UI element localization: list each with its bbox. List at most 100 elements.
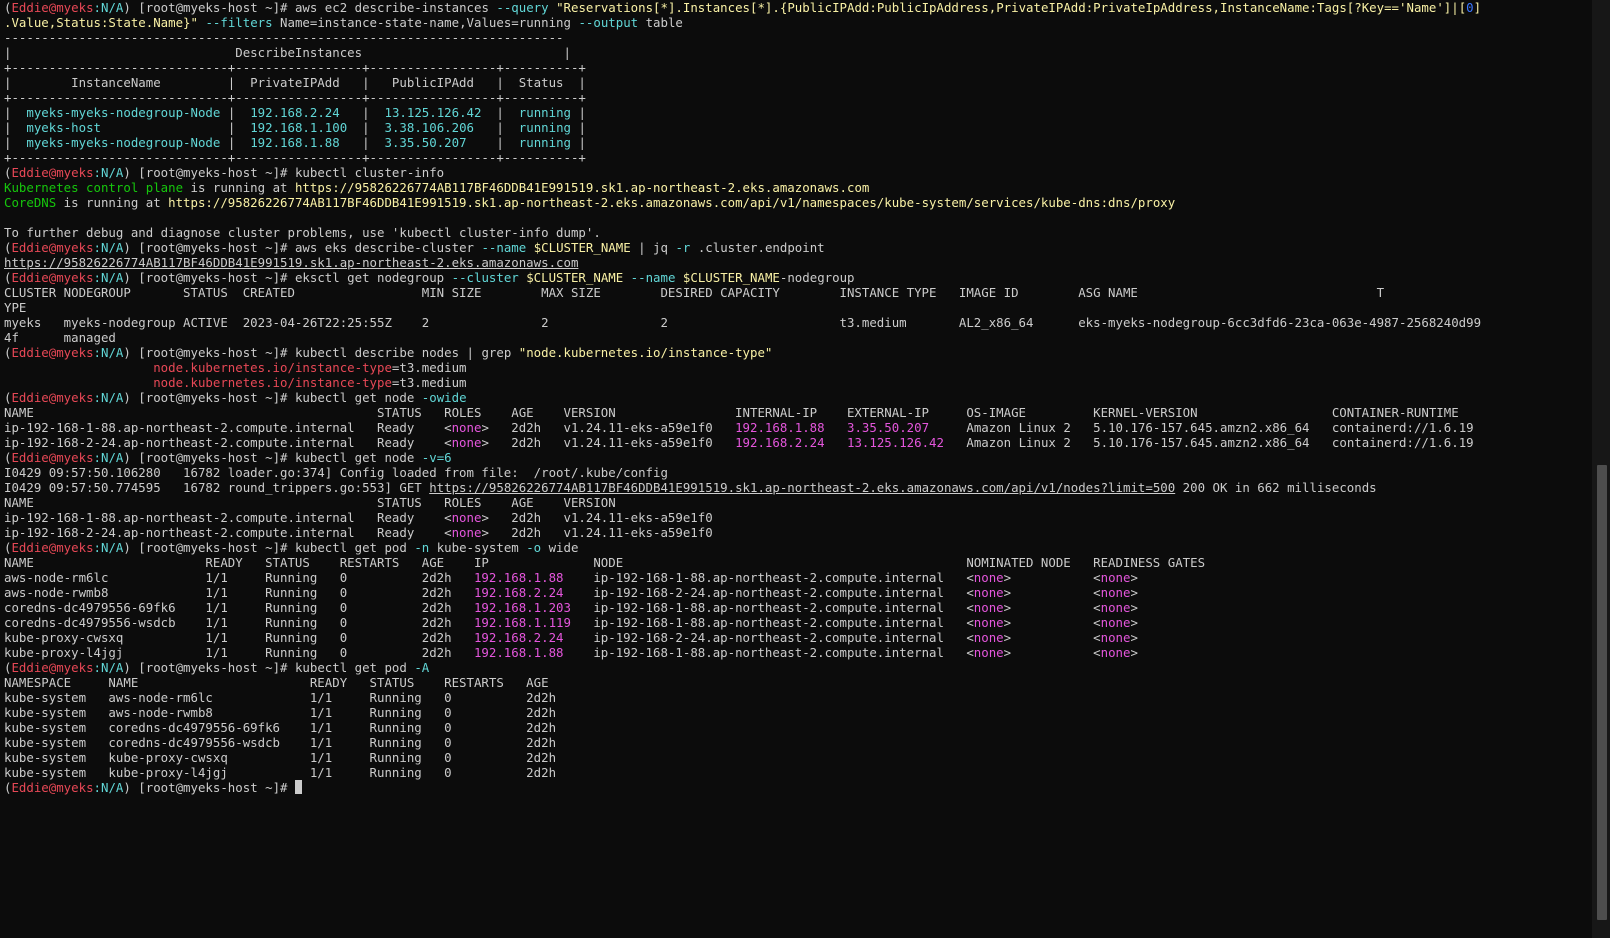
terminal-text: ip-192-168-2-24.ap-northeast-2.compute.i… <box>563 630 974 645</box>
terminal-text: -A <box>414 660 430 675</box>
terminal-line: NAMESPACE NAME READY STATUS RESTARTS AGE <box>0 675 1590 690</box>
terminal-text: | <box>339 135 385 150</box>
terminal-text: Eddie@myeks <box>11 660 94 675</box>
terminal-line: (Eddie@myeks:N/A) [root@myeks-host ~]# k… <box>0 450 1590 465</box>
terminal-text: | <box>4 135 27 150</box>
terminal-text: I0429 09:57:50.774595 16782 round_trippe… <box>4 480 430 495</box>
terminal-line: | myeks-myeks-nodegroup-Node | 192.168.1… <box>0 135 1590 150</box>
terminal-line: ip-192-168-2-24.ap-northeast-2.compute.i… <box>0 435 1590 450</box>
terminal-text: ip-192-168-2-24.ap-northeast-2.compute.i… <box>4 525 452 540</box>
terminal-text: | <box>4 105 27 120</box>
terminal-text: -v=6 <box>421 450 452 465</box>
terminal-text: none <box>973 645 1004 660</box>
terminal-text: none <box>1100 570 1131 585</box>
terminal-text: Eddie@myeks <box>11 345 94 360</box>
terminal-line: kube-proxy-cwsxq 1/1 Running 0 2d2h 192.… <box>0 630 1590 645</box>
terminal-text: table <box>638 15 683 30</box>
terminal-line: kube-system kube-proxy-l4jgj 1/1 Running… <box>0 765 1590 780</box>
terminal-text: | <box>220 135 251 150</box>
terminal-text: :N/A <box>93 345 124 360</box>
terminal-text: :N/A <box>93 450 124 465</box>
terminal-line: kube-proxy-l4jgj 1/1 Running 0 2d2h 192.… <box>0 645 1590 660</box>
terminal-text: | <box>101 120 251 135</box>
terminal-text: Eddie@myeks <box>11 390 94 405</box>
terminal-text: | <box>466 135 519 150</box>
terminal-line: NAME STATUS ROLES AGE VERSION <box>0 495 1590 510</box>
terminal-text: ip-192-168-2-24.ap-northeast-2.compute.i… <box>4 435 452 450</box>
terminal-text: running <box>518 120 572 135</box>
terminal-text: :N/A <box>93 0 124 15</box>
terminal-text: ] <box>1473 0 1482 15</box>
terminal-line: +-----------------------------+---------… <box>0 150 1590 165</box>
terminal-text: > 2d2h v1.24.11-eks-a59e1f0 <box>481 435 736 450</box>
terminal-text: +-----------------------------+---------… <box>4 60 586 75</box>
terminal-text: | jq <box>630 240 676 255</box>
terminal-line: | myeks-myeks-nodegroup-Node | 192.168.2… <box>0 105 1590 120</box>
terminal-text: none <box>1100 630 1131 645</box>
terminal-line: CLUSTER NODEGROUP STATUS CREATED MIN SIZ… <box>0 285 1590 300</box>
terminal-text: kube-system aws-node-rm6lc 1/1 Running 0… <box>4 690 557 705</box>
terminal-text: "Reservations[*].Instances[*].{PublicIPA… <box>556 0 1467 15</box>
terminal-line: node.kubernetes.io/instance-type=t3.medi… <box>0 360 1590 375</box>
terminal-text: 200 OK in 662 milliseconds <box>1175 480 1377 495</box>
terminal-text: ip-192-168-1-88.ap-northeast-2.compute.i… <box>570 615 974 630</box>
terminal-line: ip-192-168-2-24.ap-northeast-2.compute.i… <box>0 525 1590 540</box>
terminal-text: Eddie@myeks <box>11 270 94 285</box>
terminal-text: --output <box>578 15 639 30</box>
terminal-text: none <box>451 420 482 435</box>
terminal-text: NAME STATUS ROLES AGE VERSION INTERNAL-I… <box>4 405 1459 420</box>
terminal-text: > 2d2h v1.24.11-eks-a59e1f0 <box>481 420 736 435</box>
terminal-text: > <box>1130 615 1138 630</box>
terminal-text: Eddie@myeks <box>11 165 94 180</box>
terminal-text: aws-node-rm6lc 1/1 Running 0 2d2h <box>4 570 474 585</box>
terminal-text: > <box>1130 585 1138 600</box>
terminal-text: ) [root@myeks-host ~]# aws eks describe-… <box>123 240 482 255</box>
terminal-text: > 2d2h v1.24.11-eks-a59e1f0 <box>481 510 713 525</box>
terminal-line: (Eddie@myeks:N/A) [root@myeks-host ~]# k… <box>0 165 1590 180</box>
terminal-text: https://95826226774AB117BF46DDB41E991519… <box>429 480 1176 495</box>
terminal-text: 192.168.1.88 <box>735 420 825 435</box>
terminal-text: | <box>4 120 27 135</box>
terminal-line: (Eddie@myeks:N/A) [root@myeks-host ~]# k… <box>0 390 1590 405</box>
terminal-text: ) [root@myeks-host ~]# aws ec2 describe-… <box>123 0 497 15</box>
terminal-text: Eddie@myeks <box>11 450 94 465</box>
terminal-text: YPE <box>4 300 27 315</box>
terminal-text: none <box>973 630 1004 645</box>
terminal-text: $CLUSTER_NAME <box>526 270 624 285</box>
terminal-text: --name <box>630 270 676 285</box>
terminal-text: | DescribeInstances | <box>4 45 571 60</box>
terminal-line: (Eddie@myeks:N/A) [root@myeks-host ~]# <box>0 780 1590 795</box>
scrollbar-thumb[interactable] <box>1597 465 1607 920</box>
terminal-text: :N/A <box>93 165 124 180</box>
terminal-output[interactable]: (Eddie@myeks:N/A) [root@myeks-host ~]# a… <box>0 0 1590 938</box>
terminal-text: ) [root@myeks-host ~]# kubectl get pod <box>123 540 415 555</box>
terminal-text: > <box>1130 645 1138 660</box>
terminal-line: | InstanceName | PrivateIPAdd | PublicIP… <box>0 75 1590 90</box>
terminal-line: (Eddie@myeks:N/A) [root@myeks-host ~]# k… <box>0 660 1590 675</box>
terminal-line: ip-192-168-1-88.ap-northeast-2.compute.i… <box>0 510 1590 525</box>
terminal-text: "node.kubernetes.io/instance-type" <box>518 345 773 360</box>
terminal-text: none <box>451 525 482 540</box>
terminal-text: coredns-dc4979556-69fk6 1/1 Running 0 2d… <box>4 600 474 615</box>
terminal-text: node.kubernetes.io/instance-type <box>153 360 392 375</box>
terminal-text: > 2d2h v1.24.11-eks-a59e1f0 <box>481 525 713 540</box>
terminal-line: kube-system aws-node-rwmb8 1/1 Running 0… <box>0 705 1590 720</box>
terminal-text: kube-system kube-proxy-cwsxq 1/1 Running… <box>4 750 557 765</box>
terminal-text: :N/A <box>93 660 124 675</box>
terminal-line: myeks myeks-nodegroup ACTIVE 2023-04-26T… <box>0 315 1590 330</box>
terminal-text: CLUSTER NODEGROUP STATUS CREATED MIN SIZ… <box>4 285 1385 300</box>
terminal-text: 192.168.1.119 <box>473 615 571 630</box>
terminal-text: https://95826226774AB117BF46DDB41E991519… <box>294 180 870 195</box>
vertical-scrollbar[interactable] <box>1592 0 1610 938</box>
terminal-line: .Value,Status:State.Name}" --filters Nam… <box>0 15 1590 30</box>
terminal-text: $CLUSTER_NAME <box>533 240 631 255</box>
terminal-text: ) [root@myeks-host ~]# kubectl get node <box>123 390 422 405</box>
terminal-text: NAME STATUS ROLES AGE VERSION <box>4 495 616 510</box>
terminal-line: | myeks-host | 192.168.1.100 | 3.38.106.… <box>0 120 1590 135</box>
terminal-line: NAME STATUS ROLES AGE VERSION INTERNAL-I… <box>0 405 1590 420</box>
